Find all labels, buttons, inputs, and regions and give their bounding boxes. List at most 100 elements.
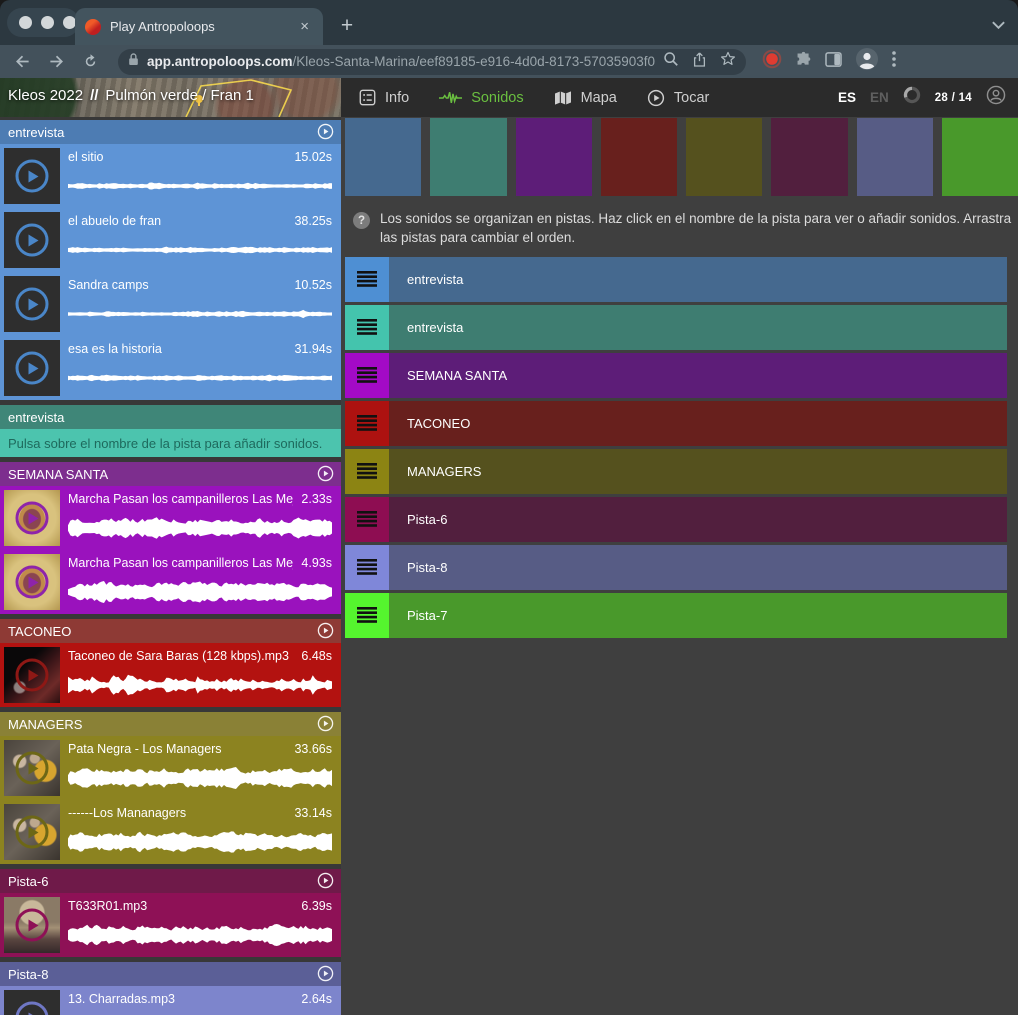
- minimize-window-button[interactable]: [41, 16, 54, 29]
- nav-item-sonidos[interactable]: Sonidos: [439, 90, 523, 106]
- clip-thumbnail[interactable]: [4, 990, 60, 1015]
- track-row-label: entrevista: [389, 257, 1007, 302]
- section-play-button[interactable]: [317, 622, 334, 639]
- track-row[interactable]: Pista-8: [345, 545, 1007, 590]
- clip-name: T633R01.mp3: [68, 899, 147, 913]
- clip-thumbnail[interactable]: [4, 554, 60, 610]
- clip-play-icon[interactable]: [16, 752, 49, 785]
- zoom-page-icon[interactable]: [663, 51, 679, 72]
- drag-handle[interactable]: [345, 353, 389, 398]
- browser-toolbar: app.antropoloops.com/Kleos-Santa-Marina/…: [0, 45, 1018, 78]
- clip-thumbnail[interactable]: [4, 340, 60, 396]
- clip-name: ------Los Mananagers: [68, 806, 186, 820]
- browser-menu-icon[interactable]: [892, 50, 896, 73]
- section-play-button[interactable]: [317, 465, 334, 482]
- app-nav: Info Sonidos Mapa Tocar: [341, 78, 838, 117]
- section-title: entrevista: [8, 125, 64, 140]
- browser-tab[interactable]: Play Antropoloops ×: [75, 8, 323, 45]
- section-play-button[interactable]: [317, 715, 334, 732]
- nav-item-tocar[interactable]: Tocar: [647, 89, 709, 107]
- clip-play-icon[interactable]: [16, 1002, 49, 1015]
- drag-handle[interactable]: [345, 545, 389, 590]
- sidebar-section: TACONEO Taconeo de Sara Baras (128 kbps)…: [0, 619, 341, 707]
- section-header[interactable]: Pista-6: [0, 869, 341, 893]
- section-header[interactable]: entrevista: [0, 405, 341, 429]
- track-row[interactable]: entrevista: [345, 305, 1007, 350]
- track-row[interactable]: Pista-6: [345, 497, 1007, 542]
- profile-avatar[interactable]: [855, 47, 879, 76]
- nav-item-mapa[interactable]: Mapa: [554, 90, 617, 106]
- section-play-button[interactable]: [317, 123, 334, 140]
- side-panel-icon[interactable]: [825, 52, 842, 72]
- clip-name: 13. Charradas.mp3: [68, 992, 175, 1006]
- section-header[interactable]: TACONEO: [0, 619, 341, 643]
- url-text: app.antropoloops.com/Kleos-Santa-Marina/…: [147, 54, 655, 69]
- nav-item-info[interactable]: Info: [359, 89, 409, 106]
- account-icon[interactable]: [986, 85, 1006, 110]
- clip-play-icon[interactable]: [16, 502, 49, 535]
- section-play-button[interactable]: [317, 872, 334, 889]
- clip-thumbnail[interactable]: [4, 897, 60, 953]
- clip-play-icon[interactable]: [16, 352, 49, 385]
- tab-close-icon[interactable]: ×: [296, 18, 313, 35]
- new-tab-button[interactable]: +: [333, 13, 361, 39]
- clip-thumbnail[interactable]: [4, 740, 60, 796]
- clip-play-icon[interactable]: [16, 909, 49, 942]
- drag-handle[interactable]: [345, 305, 389, 350]
- section-header[interactable]: MANAGERS: [0, 712, 341, 736]
- record-extension-icon[interactable]: [762, 49, 782, 74]
- clip-duration: 31.94s: [294, 342, 332, 356]
- clip-waveform: [68, 762, 332, 794]
- section-title: entrevista: [8, 410, 64, 425]
- tab-favicon: [85, 19, 101, 35]
- url-bar[interactable]: app.antropoloops.com/Kleos-Santa-Marina/…: [118, 49, 746, 75]
- tab-search-chevron-icon[interactable]: [991, 17, 1006, 35]
- clip-row: T633R01.mp3 6.39s: [0, 893, 341, 957]
- section-play-button[interactable]: [317, 965, 334, 982]
- clip-thumbnail[interactable]: [4, 647, 60, 703]
- track-rows: entrevista entrevista SEMANA SANTA TACON…: [345, 257, 1007, 641]
- close-window-button[interactable]: [19, 16, 32, 29]
- track-row[interactable]: SEMANA SANTA: [345, 353, 1007, 398]
- reload-icon[interactable]: [76, 48, 104, 76]
- language-en[interactable]: EN: [870, 90, 889, 105]
- language-es[interactable]: ES: [838, 90, 856, 105]
- clip-waveform: [68, 576, 332, 608]
- hint-text: Pulsa sobre el nombre de la pista para a…: [0, 429, 341, 457]
- track-row[interactable]: TACONEO: [345, 401, 1007, 446]
- back-icon[interactable]: [8, 48, 36, 76]
- forward-icon[interactable]: [42, 48, 70, 76]
- clip-waveform: [68, 298, 332, 330]
- drag-handle[interactable]: [345, 497, 389, 542]
- clip-waveform: [68, 362, 332, 394]
- section-header[interactable]: Pista-8: [0, 962, 341, 986]
- section-header[interactable]: SEMANA SANTA: [0, 462, 341, 486]
- section-title: Pista-8: [8, 967, 48, 982]
- drag-handle[interactable]: [345, 257, 389, 302]
- drag-handle[interactable]: [345, 401, 389, 446]
- clip-thumbnail[interactable]: [4, 804, 60, 860]
- clip-play-icon[interactable]: [16, 288, 49, 321]
- clip-play-icon[interactable]: [16, 160, 49, 193]
- clip-thumbnail[interactable]: [4, 276, 60, 332]
- clip-play-icon[interactable]: [16, 566, 49, 599]
- track-row[interactable]: entrevista: [345, 257, 1007, 302]
- clip-play-icon[interactable]: [16, 816, 49, 849]
- section-header[interactable]: entrevista: [0, 120, 341, 144]
- drag-handle[interactable]: [345, 593, 389, 638]
- clip-thumbnail[interactable]: [4, 148, 60, 204]
- bookmark-star-icon[interactable]: [720, 51, 736, 72]
- clip-thumbnail[interactable]: [4, 490, 60, 546]
- track-row[interactable]: Pista-7: [345, 593, 1007, 638]
- project-banner[interactable]: Kleos 2022//Pulmón verde / Fran 1: [0, 78, 341, 117]
- clip-duration: 15.02s: [294, 150, 332, 164]
- share-icon[interactable]: [693, 51, 706, 73]
- url-path: /Kleos-Santa-Marina/eef89185-e916-4d0d-8…: [293, 54, 655, 69]
- drag-handle[interactable]: [345, 449, 389, 494]
- clip-waveform: [68, 170, 332, 202]
- clip-play-icon[interactable]: [16, 224, 49, 257]
- clip-thumbnail[interactable]: [4, 212, 60, 268]
- extensions-puzzle-icon[interactable]: [795, 51, 812, 73]
- clip-play-icon[interactable]: [16, 659, 49, 692]
- track-row[interactable]: MANAGERS: [345, 449, 1007, 494]
